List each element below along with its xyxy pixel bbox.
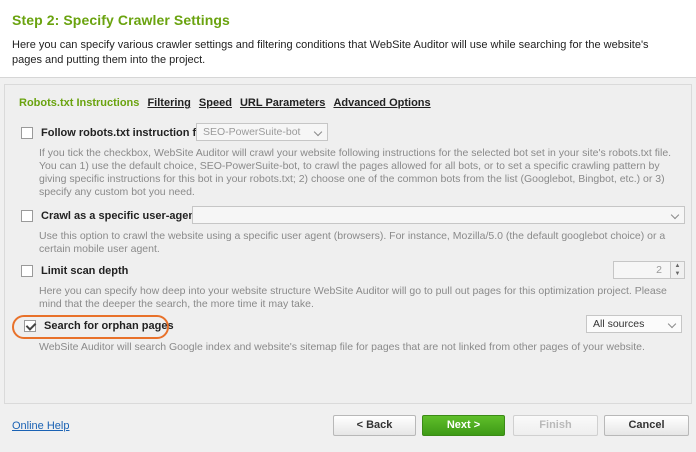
online-help-link[interactable]: Online Help [12,420,69,432]
orphan-sources-value: All sources [593,318,645,330]
user-agent-select[interactable] [192,206,685,224]
chevron-down-icon [670,210,680,220]
settings-panel: Robots.txt Instructions Filtering Speed … [4,84,692,404]
tab-robots-txt[interactable]: Robots.txt Instructions [19,97,139,109]
arrow-down-icon[interactable]: ▼ [671,270,684,278]
wizard-header: Step 2: Specify Crawler Settings Here yo… [0,0,696,78]
robots-checkbox[interactable] [21,127,33,139]
scan-depth-label: Limit scan depth [41,265,129,277]
user-agent-description: Use this option to crawl the website usi… [39,230,666,255]
next-button[interactable]: Next > [422,415,505,436]
tab-speed[interactable]: Speed [199,97,232,109]
tab-filtering[interactable]: Filtering [147,97,190,109]
tab-advanced-options[interactable]: Advanced Options [333,97,430,109]
scan-depth-value: 2 [656,264,662,276]
scan-depth-description: Here you can specify how deep into your … [39,285,667,310]
scan-depth-checkbox[interactable] [21,265,33,277]
step-title: Step 2: Specify Crawler Settings [12,12,230,28]
scan-depth-option: Limit scan depth [21,263,128,279]
scan-depth-stepper[interactable]: 2 ▲ ▼ [613,261,685,279]
finish-button[interactable]: Finish [513,415,598,436]
settings-tabs: Robots.txt Instructions Filtering Speed … [19,97,436,109]
user-agent-option: Crawl as a specific user-agent [21,208,199,224]
user-agent-label: Crawl as a specific user-agent [41,210,199,222]
robots-bot-value: SEO-PowerSuite-bot [203,126,301,138]
step-description: Here you can specify various crawler set… [12,39,649,66]
robots-bot-select[interactable]: SEO-PowerSuite-bot [196,123,328,141]
wizard-footer: Online Help < Back Next > Finish Cancel [0,404,696,452]
orphan-highlight-ring [12,315,169,339]
robots-description: If you tick the checkbox, WebSite Audito… [39,147,672,198]
robots-option: Follow robots.txt instruction for [21,125,207,141]
cancel-button[interactable]: Cancel [604,415,689,436]
chevron-down-icon [667,319,677,329]
stepper-buttons[interactable]: ▲ ▼ [670,262,684,278]
orphan-sources-select[interactable]: All sources [586,315,682,333]
chevron-down-icon [313,127,323,137]
back-button[interactable]: < Back [333,415,416,436]
arrow-up-icon[interactable]: ▲ [671,262,684,270]
robots-label: Follow robots.txt instruction for [41,127,208,139]
user-agent-checkbox[interactable] [21,210,33,222]
tab-url-parameters[interactable]: URL Parameters [240,97,325,109]
orphan-description: WebSite Auditor will search Google index… [39,341,645,353]
